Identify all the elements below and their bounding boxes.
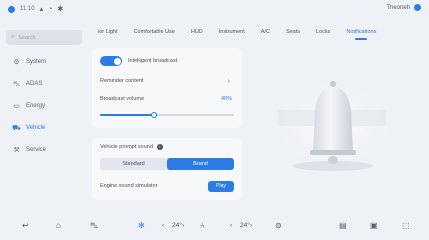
bell-illustration xyxy=(258,70,408,180)
reminder-content-row[interactable]: Reminder content › xyxy=(100,77,234,85)
left-temp-up-icon[interactable]: › xyxy=(182,222,184,229)
wifi-icon: ◔ xyxy=(48,5,53,13)
right-temperature: 24° xyxy=(240,222,250,229)
bottom-dock: ↩ ⌂ ⛍ ✻ ‹ 24° › ⑃ ‹ 24° › ⊜ ▤ ▣ ⬚ xyxy=(0,214,429,240)
option-standard[interactable]: Standard xyxy=(100,158,167,170)
tab-comfortable-use[interactable]: Comfortable Use xyxy=(126,22,183,42)
back-icon[interactable]: ↩ xyxy=(22,221,29,230)
status-indicator-icon xyxy=(8,5,15,13)
intelligent-broadcast-toggle[interactable] xyxy=(100,56,122,66)
search-icon: ⌕ xyxy=(11,34,15,40)
engine-sound-label: Engine sound simulator xyxy=(100,183,158,189)
broadcast-volume-value: 40% xyxy=(220,96,232,102)
slider-fill xyxy=(100,114,154,116)
steering-icon[interactable]: ⊜ xyxy=(275,221,282,230)
reminder-content-label: Reminder content xyxy=(100,78,144,84)
seat-icon[interactable]: ⑃ xyxy=(200,221,205,230)
option-brand[interactable]: Brand xyxy=(167,158,234,170)
slider-handle[interactable] xyxy=(150,112,157,118)
gear-icon: ⚙ xyxy=(13,59,20,66)
vehicle-icon: ⛟ xyxy=(12,124,21,132)
tab-locks[interactable]: Locks xyxy=(308,22,338,42)
vehicle-prompt-sound-header: Vehicle prompt sound i xyxy=(100,144,234,150)
sidebar-item-service[interactable]: ⚒ Service xyxy=(6,139,82,161)
battery-icon: ▭ xyxy=(13,103,20,110)
bluetooth-icon: ✱ xyxy=(57,6,64,13)
left-temperature: 24° xyxy=(172,222,182,229)
prompt-sound-selector: Standard Brand xyxy=(100,158,234,170)
home-icon[interactable]: ⌂ xyxy=(56,221,61,230)
sidebar-item-label: System xyxy=(26,59,47,65)
right-temp-up-icon[interactable]: › xyxy=(250,222,252,229)
tab-hud[interactable]: HUD xyxy=(183,22,211,42)
broadcast-volume-slider[interactable] xyxy=(100,112,234,118)
sidebar-item-adas[interactable]: ⛍ ADAS xyxy=(6,73,82,95)
sidebar-item-energy[interactable]: ▭ Energy xyxy=(6,95,82,117)
search-placeholder: Search xyxy=(18,34,36,41)
status-bar: 11:10 ▴ ◔ ✱ Theoneh xyxy=(0,0,429,18)
sidebar-item-system[interactable]: ⚙ System xyxy=(6,51,82,73)
chevron-right-icon: › xyxy=(227,77,230,85)
search-input[interactable]: ⌕ Search xyxy=(6,30,82,45)
tab-notifications[interactable]: Notifications xyxy=(338,22,384,42)
sidebar-item-vehicle[interactable]: ⛟ Vehicle xyxy=(6,117,82,139)
tab-interior-light[interactable]: ior Light xyxy=(90,22,126,42)
info-icon[interactable]: i xyxy=(156,144,163,150)
tab-seats[interactable]: Seats xyxy=(278,22,308,42)
play-button[interactable]: Play xyxy=(208,180,234,192)
seat-heat-icon[interactable]: ▤ xyxy=(339,221,347,230)
vehicle-prompt-sound-title: Vehicle prompt sound xyxy=(100,144,153,150)
settings-icon[interactable]: ⬚ xyxy=(402,221,410,230)
tab-instrument[interactable]: Instrument xyxy=(211,22,253,42)
intelligent-broadcast-label: Intelligent broadcast xyxy=(128,58,178,64)
tab-ac[interactable]: A/C xyxy=(253,22,278,42)
signal-icon: ▴ xyxy=(39,6,44,13)
sidebar-item-label: Service xyxy=(26,147,47,153)
broadcast-card: Intelligent broadcast Reminder content ›… xyxy=(92,48,242,128)
broadcast-volume-row: Broadcast volume 40% xyxy=(100,96,234,102)
sidebar-item-label: ADAS xyxy=(26,81,43,87)
intelligent-broadcast-row[interactable]: Intelligent broadcast xyxy=(100,56,234,66)
service-icon: ⚒ xyxy=(13,147,20,154)
car-front-icon: ⛍ xyxy=(12,80,21,88)
bell-icon xyxy=(263,75,403,175)
car-status-icon xyxy=(414,4,421,11)
status-user-name: Theoneh xyxy=(386,4,410,11)
left-temp-down-icon[interactable]: ‹ xyxy=(162,222,164,229)
prompt-sound-card: Vehicle prompt sound i Standard Brand En… xyxy=(92,138,242,200)
sidebar: ⌕ Search ⚙ System ⛍ ADAS ▭ Energy ⛟ Vehi… xyxy=(6,30,82,161)
engine-sound-row: Engine sound simulator Play xyxy=(100,180,234,192)
broadcast-volume-label: Broadcast volume xyxy=(100,96,145,102)
settings-tabs: ior Light Comfortable Use HUD Instrument… xyxy=(90,22,422,42)
grid-icon[interactable]: ▣ xyxy=(370,221,378,230)
sidebar-item-label: Energy xyxy=(26,103,46,109)
status-time: 11:10 xyxy=(20,6,35,12)
car-icon[interactable]: ⛍ xyxy=(90,221,98,231)
right-temp-down-icon[interactable]: ‹ xyxy=(230,222,232,229)
sidebar-item-label: Vehicle xyxy=(26,125,46,131)
fan-icon[interactable]: ✻ xyxy=(138,221,145,230)
screen: 11:10 ▴ ◔ ✱ Theoneh ⌕ Search ⚙ System ⛍ … xyxy=(0,0,429,240)
